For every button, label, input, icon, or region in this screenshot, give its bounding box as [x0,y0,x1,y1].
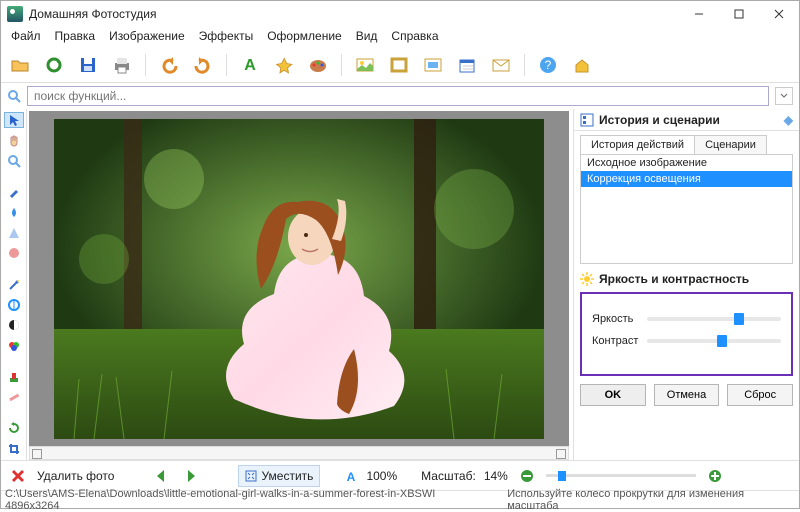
text-tool-button[interactable]: A [237,52,263,78]
minimize-button[interactable] [679,1,719,27]
reset-button[interactable]: Сброс [727,384,793,406]
crop-tool[interactable] [5,442,23,456]
cancel-button[interactable]: Отмена [654,384,720,406]
svg-text:A: A [244,57,256,74]
status-path: C:\Users\AMS-Elena\Downloads\little-emot… [5,488,487,512]
tab-scenarios[interactable]: Сценарии [694,135,767,154]
stamp-tool[interactable] [5,370,23,384]
photo [54,119,544,439]
menu-decor[interactable]: Оформление [261,27,347,47]
brightness-icon [580,272,594,286]
text-scale-value: 100% [366,469,397,483]
drop-tool[interactable] [5,205,23,219]
panel-pin-icon[interactable]: ◆ [784,113,793,127]
pointer-tool[interactable] [5,113,23,127]
image-button-1[interactable] [352,52,378,78]
text-scale-icon: A [344,469,358,483]
toolbar-sep [341,54,342,76]
home-button[interactable] [569,52,595,78]
zoom-out-button[interactable] [516,465,538,487]
frame-button[interactable] [386,52,412,78]
fit-button[interactable]: Уместить [238,465,320,487]
contrast-label: Контраст [592,335,647,347]
horizontal-scrollbar[interactable] [29,446,569,460]
panel-title: История и сценарии [599,113,720,127]
window-title: Домашняя Фотостудия [29,7,679,21]
save-button[interactable] [75,52,101,78]
app-icon [7,6,23,22]
print-button[interactable] [109,52,135,78]
contrast-slider[interactable] [647,334,781,348]
toolbar-sep [524,54,525,76]
brush-tool[interactable] [5,185,23,199]
history-item[interactable]: Коррекция освещения [581,171,792,187]
hand-tool[interactable] [5,133,23,147]
rotate-tool[interactable] [5,421,23,435]
menu-image[interactable]: Изображение [103,27,191,47]
zoom-tool[interactable] [5,154,23,168]
menu-edit[interactable]: Правка [49,27,102,47]
paint-tool[interactable] [5,246,23,260]
properties-box: Яркость Контраст [580,292,793,376]
section-title: Яркость и контрастность [599,272,749,286]
heal-tool[interactable] [5,390,23,404]
search-icon [5,87,23,105]
reload-button[interactable] [41,52,67,78]
calendar-button[interactable] [454,52,480,78]
history-icon [580,113,594,127]
zoom-value: 14% [484,469,508,483]
toolbar-sep [145,54,146,76]
zoom-slider[interactable] [546,469,696,483]
mask-button[interactable] [420,52,446,78]
search-input[interactable] [27,86,769,106]
maximize-button[interactable] [719,1,759,27]
prev-photo-button[interactable] [150,465,172,487]
ok-button[interactable]: OK [580,384,646,406]
shape-button[interactable] [271,52,297,78]
palette-button[interactable] [305,52,331,78]
color-tool[interactable] [5,339,23,353]
history-list[interactable]: Исходное изображение Коррекция освещения [580,154,793,264]
postcard-button[interactable] [488,52,514,78]
help-button[interactable]: ? [535,52,561,78]
canvas[interactable] [29,111,569,446]
zoom-in-button[interactable] [704,465,726,487]
next-photo-button[interactable] [180,465,202,487]
levels-tool[interactable] [5,318,23,332]
undo-button[interactable] [156,52,182,78]
svg-text:?: ? [545,58,552,72]
status-hint: Используйте колесо прокрутки для изменен… [507,488,795,512]
redo-button[interactable] [190,52,216,78]
fit-label: Уместить [261,469,313,483]
toolbar-sep [226,54,227,76]
svg-text:A: A [347,470,356,483]
menu-file[interactable]: Файл [5,27,47,47]
delete-label: Удалить фото [37,469,114,483]
close-button[interactable] [759,1,799,27]
search-dropdown[interactable] [775,87,793,105]
history-item[interactable]: Исходное изображение [581,155,792,171]
zoom-label: Масштаб: [421,469,476,483]
adjust-tool[interactable] [5,298,23,312]
tab-history[interactable]: История действий [580,135,695,154]
wand-tool[interactable] [5,277,23,291]
open-button[interactable] [7,52,33,78]
brightness-label: Яркость [592,313,647,325]
brightness-slider[interactable] [647,312,781,326]
menu-effects[interactable]: Эффекты [193,27,260,47]
fit-icon [245,470,257,482]
blur-tool[interactable] [5,226,23,240]
menu-help[interactable]: Справка [385,27,444,47]
menu-view[interactable]: Вид [350,27,384,47]
delete-photo-button[interactable] [7,465,29,487]
